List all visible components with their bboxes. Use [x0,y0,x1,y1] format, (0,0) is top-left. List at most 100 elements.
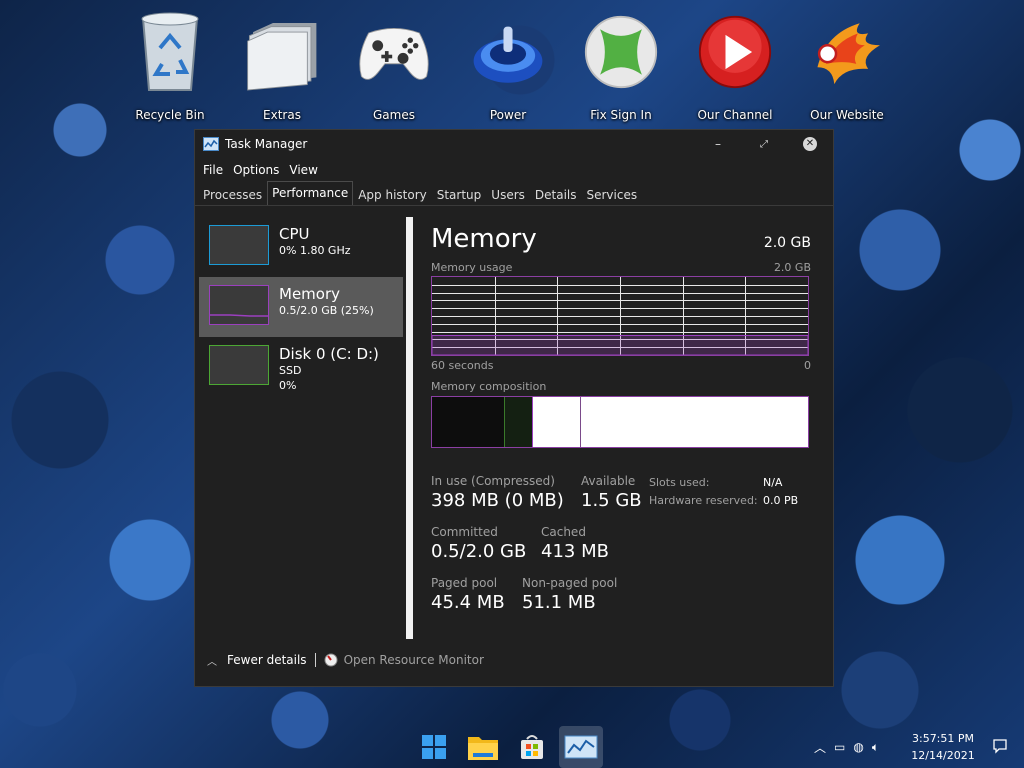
slots-used-label: Slots used: [649,476,710,489]
taskbar-clock[interactable]: 3:57:51 PM 12/14/2021 [908,730,978,764]
minimize-icon: – [715,137,721,151]
power-icon [470,8,546,96]
menu-view[interactable]: View [284,163,322,177]
menu-options[interactable]: Options [228,163,284,177]
desktop-icon-label: Extras [263,108,301,122]
volume-icon[interactable]: 🔈︎ [872,740,879,755]
desktop-icon-recycle-bin[interactable]: Recycle Bin [120,8,220,124]
task-manager-icon [564,735,598,759]
taskbar [412,726,608,768]
restore-button[interactable]: ⤢ [741,130,787,158]
committed-label: Committed [431,525,498,539]
disk-thumbnail-graph [209,345,269,385]
sidebar-item-detail2: 0% [279,379,297,392]
desktop-icon-our-website[interactable]: Our Website [797,8,897,124]
composition-standby[interactable] [533,397,581,447]
performance-content: CPU 0% 1.80 GHz Memory 0.5/2.0 GB (25%) [195,207,833,640]
notification-button[interactable] [992,738,1008,757]
task-manager-icon [203,137,219,151]
memory-panel: Memory 2.0 GB Memory usage 2.0 GB 60 sec… [431,223,811,624]
window-footer: ︿ Fewer details Open Resource Monitor [195,634,833,686]
resource-monitor-icon [324,653,338,667]
non-paged-pool-value: 51.1 MB [522,592,596,613]
battery-icon[interactable]: ▭ [834,740,845,754]
sidebar-item-detail: 0.5/2.0 GB (25%) [279,304,374,317]
paged-pool-value: 45.4 MB [431,592,505,613]
desktop-icon-our-channel[interactable]: Our Channel [685,8,785,124]
folder-icon [244,8,320,96]
tab-startup[interactable]: Startup [432,183,487,205]
minimize-button[interactable]: – [695,130,741,158]
desktop-icon-fix-sign-in[interactable]: Fix Sign In [571,8,671,124]
memory-usage-label: Memory usage [431,261,513,274]
play-icon [697,8,773,96]
fewer-details-label: Fewer details [227,653,307,667]
memory-total: 2.0 GB [763,235,811,251]
network-icon[interactable]: ◍ [853,740,863,754]
desktop-icon-games[interactable]: Games [344,8,444,124]
composition-modified[interactable] [505,397,533,447]
start-button[interactable] [412,726,456,768]
sidebar-item-detail: SSD [279,364,302,377]
system-tray: ︿ ▭ ◍ 🔈︎ [814,732,887,762]
memory-composition-bar [431,396,809,448]
hardware-reserved-label: Hardware reserved: [649,494,758,507]
menu-file[interactable]: File [198,163,228,177]
tab-performance[interactable]: Performance [267,181,354,205]
open-resource-monitor-label: Open Resource Monitor [343,653,484,667]
fewer-details-button[interactable]: ︿ Fewer details [207,653,307,668]
memory-composition-label: Memory composition [431,380,547,393]
open-resource-monitor-link[interactable]: Open Resource Monitor [324,653,484,667]
xbox-icon [583,8,659,96]
desktop-icon-label: Recycle Bin [135,108,205,122]
hardware-reserved-value: 0.0 PB [763,494,799,507]
sidebar-item-name: CPU [279,225,310,243]
desktop-icon-power[interactable]: Power [458,8,558,124]
task-manager-window: Task Manager – ⤢ ✕ File Options View Pro… [194,129,834,687]
available-value: 1.5 GB [581,490,642,511]
notification-icon [993,739,1007,754]
desktop-icon-label: Fix Sign In [590,108,652,122]
close-icon: ✕ [803,137,817,151]
memory-usage-graph [431,276,809,356]
taskbar-task-manager[interactable] [559,726,603,768]
sidebar-item-cpu[interactable]: CPU 0% 1.80 GHz [199,217,403,277]
sidebar-item-name: Memory [279,285,341,303]
available-label: Available [581,474,636,488]
tab-services[interactable]: Services [582,183,643,205]
taskbar-store[interactable] [510,726,554,768]
slots-used-value: N/A [763,476,783,489]
composition-free[interactable] [581,397,808,447]
paged-pool-label: Paged pool [431,576,498,590]
tab-processes[interactable]: Processes [198,183,267,205]
resource-sidebar: CPU 0% 1.80 GHz Memory 0.5/2.0 GB (25%) [199,217,403,397]
tab-users[interactable]: Users [486,183,530,205]
committed-value: 0.5/2.0 GB [431,541,527,562]
graph-zero-label: 0 [804,359,811,372]
gamepad-icon [356,8,432,96]
clock-date: 12/14/2021 [911,749,975,762]
taskbar-file-explorer[interactable] [461,726,505,768]
cached-label: Cached [541,525,586,539]
panel-splitter[interactable] [406,217,413,639]
title-bar[interactable]: Task Manager – ⤢ ✕ [195,130,833,158]
windows-start-icon [422,735,446,759]
composition-in-use[interactable] [432,397,505,447]
tab-app-history[interactable]: App history [353,183,432,205]
sidebar-item-disk[interactable]: Disk 0 (C: D:) SSD 0% [199,337,403,397]
close-button[interactable]: ✕ [787,130,833,158]
sidebar-item-memory[interactable]: Memory 0.5/2.0 GB (25%) [199,277,403,337]
desktop-icon-extras[interactable]: Extras [232,8,332,124]
cached-value: 413 MB [541,541,609,562]
sidebar-item-name: Disk 0 (C: D:) [279,345,379,363]
in-use-label: In use (Compressed) [431,474,555,488]
recycle-bin-icon [132,8,208,96]
tab-details[interactable]: Details [530,183,582,205]
clock-time: 3:57:51 PM [911,732,975,745]
graph-time-label: 60 seconds [431,359,494,372]
chevron-up-icon[interactable]: ︿ [814,739,826,756]
menu-bar: File Options View [195,158,833,182]
cpu-thumbnail-graph [209,225,269,265]
non-paged-pool-label: Non-paged pool [522,576,618,590]
memory-usage-fill [432,335,808,355]
